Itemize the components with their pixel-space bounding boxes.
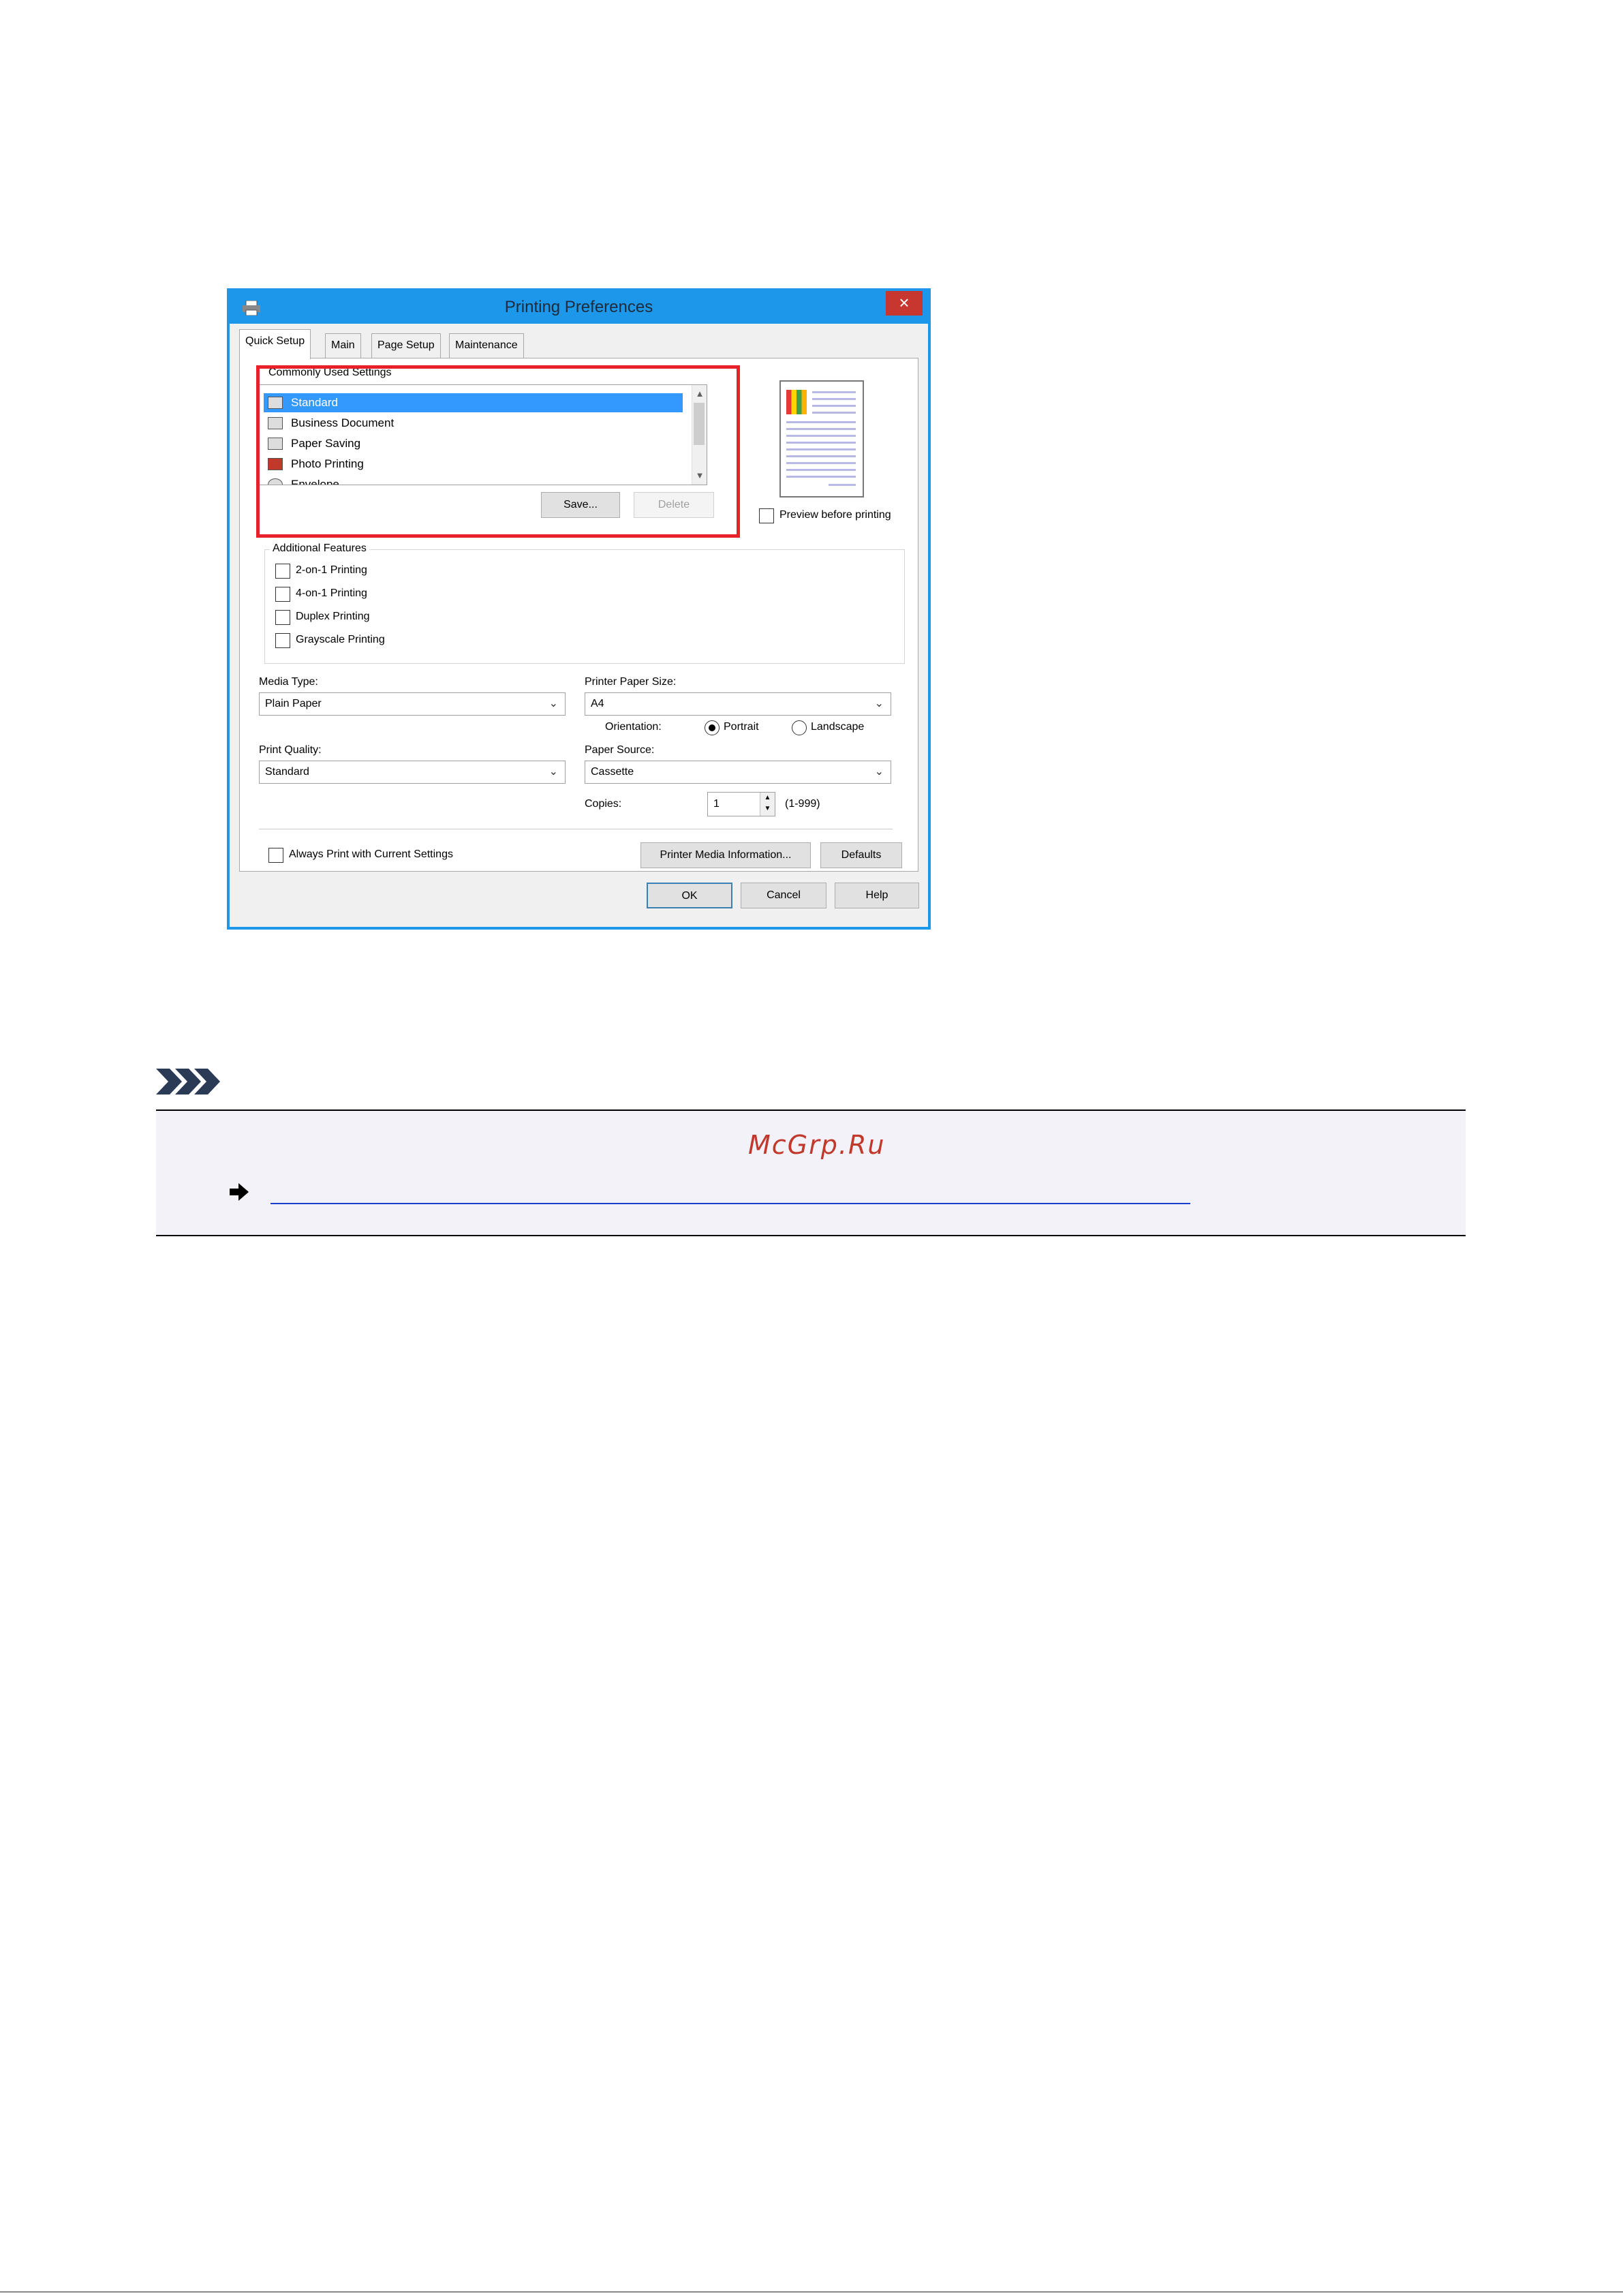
dialog-title: Printing Preferences [504,298,653,316]
copies-label: Copies: [585,798,622,810]
paper-source-select[interactable]: Cassette ⌄ [585,761,891,784]
grayscale-printing-label: Grayscale Printing [296,634,385,645]
printer-paper-size-label: Printer Paper Size: [585,676,677,688]
tab-maintenance[interactable]: Maintenance [449,333,524,358]
print-quality-label: Print Quality: [259,744,322,756]
printer-paper-size-select[interactable]: A4 ⌄ [585,692,891,716]
printer-media-information-button[interactable]: Printer Media Information... [640,842,811,868]
always-print-checkbox[interactable] [268,848,283,863]
printing-preferences-dialog: Printing Preferences × Quick Setup Main … [227,288,931,930]
copies-value: 1 [713,798,720,810]
preview-before-printing-checkbox[interactable] [759,508,774,523]
chevron-down-icon: ⌄ [874,766,884,778]
highlight-box [256,365,740,538]
close-button[interactable]: × [886,291,923,316]
two-on-one-label: 2-on-1 Printing [296,564,367,576]
note-chevrons-icon [156,1069,220,1095]
page-bottom-rule [0,2291,1623,2293]
additional-features-label: Additional Features [270,542,369,555]
arrow-right-icon [230,1183,249,1201]
portrait-label: Portrait [724,721,759,733]
tab-quick-setup[interactable]: Quick Setup [239,329,311,359]
landscape-label: Landscape [811,721,865,733]
watermark: McGrp.Ru [748,1130,886,1160]
print-quality-value: Standard [265,766,309,778]
chevron-down-icon: ⌄ [874,698,884,709]
copies-range: (1-999) [785,798,820,810]
portrait-radio[interactable] [705,720,720,735]
tab-page-setup[interactable]: Page Setup [371,333,441,358]
quick-setup-panel: Commonly Used Settings Standard Business… [239,358,918,872]
print-quality-select[interactable]: Standard ⌄ [259,761,566,784]
four-on-one-label: 4-on-1 Printing [296,587,367,599]
two-on-one-checkbox[interactable] [275,564,290,579]
spinner-arrows-icon[interactable]: ▲ ▼ [760,793,775,816]
paper-source-value: Cassette [591,766,634,778]
title-bar[interactable]: Printing Preferences × [230,291,928,324]
tab-main[interactable]: Main [325,333,361,358]
media-type-select[interactable]: Plain Paper ⌄ [259,692,566,716]
four-on-one-checkbox[interactable] [275,587,290,602]
cancel-button[interactable]: Cancel [741,883,826,908]
always-print-label: Always Print with Current Settings [289,848,453,860]
duplex-printing-label: Duplex Printing [296,611,370,622]
preview-color-block [786,390,807,414]
copies-spinner[interactable]: 1 ▲ ▼ [707,792,775,816]
note-box [156,1109,1466,1236]
preview-before-printing-label: Preview before printing [779,509,891,521]
print-preview-image [779,380,864,498]
printer-paper-size-value: A4 [591,698,604,709]
orientation-label: Orientation: [605,721,662,733]
paper-source-label: Paper Source: [585,744,655,756]
chevron-down-icon: ⌄ [548,766,558,778]
landscape-radio[interactable] [792,720,807,735]
ok-button[interactable]: OK [647,883,732,908]
media-type-value: Plain Paper [265,698,322,709]
note-link[interactable] [270,1203,1190,1204]
chevron-down-icon: ⌄ [548,698,558,709]
duplex-printing-checkbox[interactable] [275,610,290,625]
media-type-label: Media Type: [259,676,318,688]
defaults-button[interactable]: Defaults [820,842,902,868]
help-button[interactable]: Help [835,883,919,908]
grayscale-printing-checkbox[interactable] [275,633,290,648]
